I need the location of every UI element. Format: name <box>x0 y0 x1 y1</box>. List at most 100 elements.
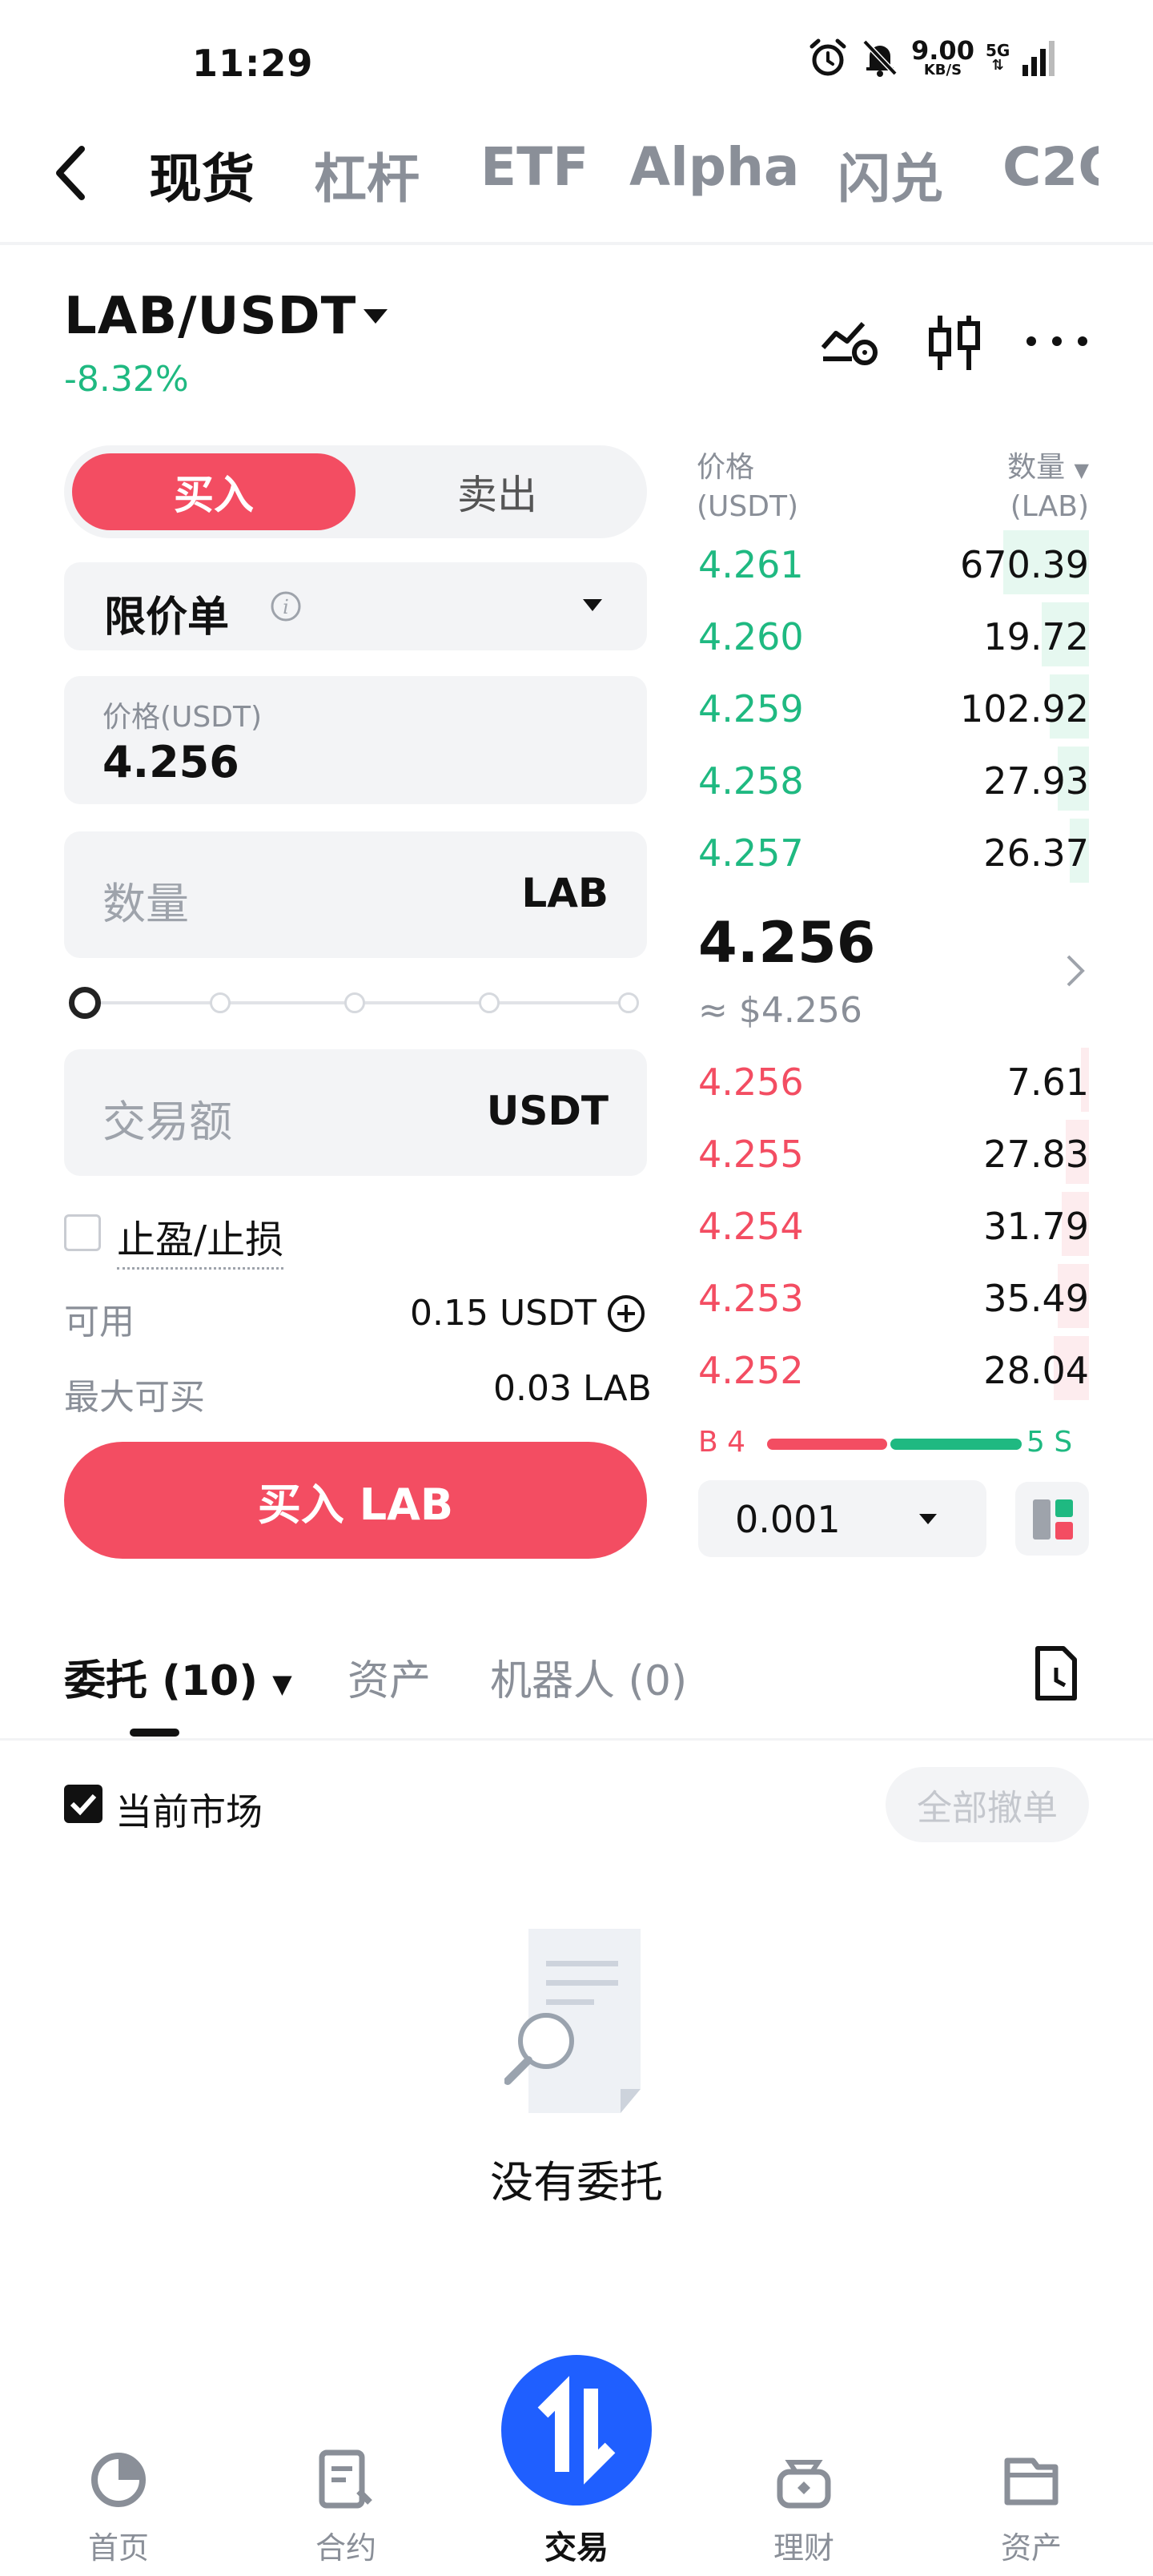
bid-price: 4.252 <box>698 1349 804 1392</box>
trade-icon <box>537 2376 616 2485</box>
caret-down-icon[interactable] <box>362 308 389 325</box>
alarm-icon <box>810 38 846 76</box>
futures-icon <box>319 2449 372 2509</box>
caret-down-icon: ▼ <box>1074 459 1089 481</box>
tab-assets[interactable]: 资产 <box>348 1647 431 1707</box>
tab-convert[interactable]: 闪兑 <box>838 136 943 213</box>
nav-futures-label: 合约 <box>315 2530 376 2566</box>
ask-row[interactable]: 4.258 27.93 <box>698 747 1089 811</box>
net-speed-value: 9.00 <box>911 35 974 66</box>
empty-state-text: 没有委托 <box>490 2157 663 2208</box>
bid-row[interactable]: 4.256 7.61 <box>698 1048 1089 1112</box>
quantity-unit: LAB <box>521 870 609 916</box>
tab-margin[interactable]: 杠杆 <box>314 136 420 213</box>
slider-stop-50[interactable] <box>344 992 365 1013</box>
amount-input[interactable]: 交易额 USDT <box>64 1049 647 1176</box>
current-market-checkbox[interactable] <box>64 1785 102 1823</box>
order-type-label: 限价单 <box>104 594 230 642</box>
ask-row[interactable]: 4.257 26.37 <box>698 819 1089 883</box>
nav-trade-label: 交易 <box>544 2530 609 2566</box>
add-funds-icon[interactable] <box>605 1293 647 1334</box>
tpsl-checkbox[interactable] <box>64 1214 101 1251</box>
price-header-unit: (USDT) <box>697 489 799 523</box>
slider-stop-25[interactable] <box>210 992 231 1013</box>
bid-row[interactable]: 4.252 28.04 <box>698 1336 1089 1400</box>
bid-quantity: 7.61 <box>1006 1061 1089 1104</box>
net-speed-unit: KB/S <box>923 62 962 78</box>
tab-open-orders[interactable]: 委托 (10) ▼ <box>64 1647 292 1707</box>
earn-icon <box>777 2460 831 2509</box>
data-arrows-icon: ⇅ <box>991 57 1004 74</box>
ask-row[interactable]: 4.259 102.92 <box>698 674 1089 739</box>
tab-spot[interactable]: 现货 <box>149 136 255 213</box>
current-market-label[interactable]: 当前市场 <box>115 1783 263 1836</box>
check-icon <box>70 1793 97 1816</box>
bid-row[interactable]: 4.253 35.49 <box>698 1264 1089 1328</box>
pair-selector[interactable]: LAB/USDT <box>64 287 356 346</box>
tab-alpha[interactable]: Alpha <box>629 136 799 198</box>
price-alert-icon[interactable] <box>820 312 879 368</box>
order-type-select[interactable]: 限价单 i <box>64 562 647 650</box>
buy-ratio-label: B 4 <box>698 1426 746 1459</box>
back-arrow-icon[interactable] <box>53 143 88 203</box>
bid-quantity: 27.83 <box>983 1133 1089 1176</box>
empty-orders-icon <box>504 1929 641 2113</box>
last-price-usd: ≈ $4.256 <box>698 990 862 1031</box>
available-label: 可用 <box>64 1302 135 1342</box>
divider <box>0 1738 1153 1741</box>
caret-down-icon <box>583 599 602 611</box>
max-buy-label: 最大可买 <box>64 1377 205 1418</box>
bid-price: 4.255 <box>698 1133 804 1176</box>
price-input-value[interactable]: 4.256 <box>102 737 239 787</box>
precision-select[interactable]: 0.001 <box>698 1480 986 1557</box>
nav-earn[interactable]: 理财 <box>740 2443 868 2566</box>
bid-quantity: 31.79 <box>983 1205 1089 1248</box>
info-icon[interactable]: i <box>269 590 303 623</box>
amount-slider-handle[interactable] <box>69 987 101 1019</box>
slider-stop-75[interactable] <box>479 992 500 1013</box>
ask-quantity: 26.37 <box>983 831 1089 875</box>
ask-price: 4.259 <box>698 687 804 731</box>
bid-quantity: 35.49 <box>983 1277 1089 1320</box>
status-icons: 9.00 KB/S 5G ⇅ <box>807 37 1058 78</box>
bid-price: 4.253 <box>698 1277 804 1320</box>
ask-quantity: 27.93 <box>983 759 1089 803</box>
nav-assets[interactable]: 资产 <box>967 2443 1095 2566</box>
bid-row[interactable]: 4.254 31.79 <box>698 1192 1089 1256</box>
chevron-right-icon[interactable] <box>1065 953 1086 988</box>
amount-unit: USDT <box>486 1088 609 1134</box>
wallet-icon <box>1004 2457 1059 2506</box>
buy-tab[interactable]: 买入 <box>72 453 356 530</box>
nav-home[interactable]: 首页 <box>54 2443 183 2566</box>
slider-stop-100[interactable] <box>618 992 639 1013</box>
orderbook-layout-button[interactable] <box>1015 1482 1089 1556</box>
ask-price: 4.260 <box>698 615 804 658</box>
candlestick-chart-icon[interactable] <box>926 312 983 373</box>
nav-futures[interactable]: 合约 <box>282 2443 410 2566</box>
tab-bots[interactable]: 机器人 (0) <box>490 1647 687 1707</box>
orderbook-qty-header[interactable]: 数量 ▼ (LAB) <box>953 449 1089 526</box>
ask-row[interactable]: 4.260 19.72 <box>698 602 1089 666</box>
ask-row[interactable]: 4.261 670.39 <box>698 530 1089 594</box>
qty-header-text: 数量 <box>1007 451 1066 484</box>
qty-header-unit: (LAB) <box>1010 489 1089 523</box>
sell-tab[interactable]: 卖出 <box>356 453 639 530</box>
nav-home-label: 首页 <box>87 2530 149 2566</box>
tpsl-label[interactable]: 止盈/止损 <box>117 1208 284 1270</box>
tab-indicator <box>130 1729 179 1737</box>
order-history-icon[interactable] <box>1033 1645 1079 1701</box>
buy-submit-button[interactable]: 买入 LAB <box>64 1442 647 1559</box>
status-time: 11:29 <box>192 42 314 85</box>
tab-etf[interactable]: ETF <box>480 136 589 198</box>
cancel-all-button[interactable]: 全部撤单 <box>886 1767 1089 1842</box>
more-icon[interactable] <box>1025 335 1089 348</box>
price-input[interactable]: 价格(USDT) 4.256 <box>64 676 647 804</box>
mute-bell-icon <box>862 39 898 77</box>
quantity-input[interactable]: 数量 LAB <box>64 831 647 958</box>
nav-trade[interactable] <box>501 2355 652 2506</box>
ask-quantity: 102.92 <box>960 687 1089 731</box>
tab-c2c[interactable]: C2C <box>1002 136 1099 198</box>
signal-icon <box>1022 41 1055 76</box>
nav-earn-label: 理财 <box>773 2530 834 2566</box>
bid-row[interactable]: 4.255 27.83 <box>698 1120 1089 1184</box>
